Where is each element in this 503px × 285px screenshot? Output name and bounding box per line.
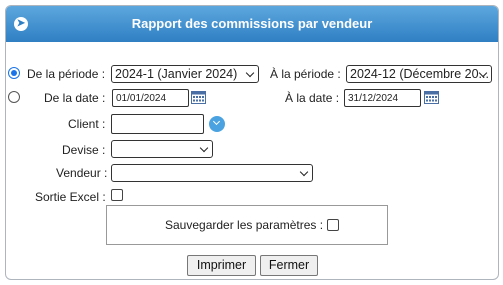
excel-label: Sortie Excel : xyxy=(35,190,106,204)
chevron-down-circle-icon[interactable] xyxy=(209,116,225,132)
title-bar: ➤ Rapport des commissions par vendeur xyxy=(6,6,498,42)
date-to-label: À la date : xyxy=(285,91,340,105)
save-params-label: Sauvegarder les paramètres : xyxy=(165,218,324,232)
period-from-select[interactable]: 2024-1 (Janvier 2024) xyxy=(111,65,259,83)
period-to-label: À la période : xyxy=(270,67,341,81)
save-params-group: Sauvegarder les paramètres : xyxy=(106,205,388,245)
client-input[interactable] xyxy=(111,114,204,134)
date-radio[interactable] xyxy=(8,91,20,103)
calendar-icon[interactable] xyxy=(191,90,206,104)
print-button[interactable]: Imprimer xyxy=(187,255,256,276)
period-radio[interactable] xyxy=(8,67,20,79)
vendeur-label: Vendeur : xyxy=(56,166,108,180)
page-title: Rapport des commissions par vendeur xyxy=(131,16,373,31)
date-from-input[interactable]: 01/01/2024 xyxy=(112,89,189,107)
close-button[interactable]: Fermer xyxy=(260,255,318,276)
date-to-input[interactable]: 31/12/2024 xyxy=(344,89,421,107)
vendeur-select[interactable] xyxy=(111,164,313,182)
devise-label: Devise : xyxy=(62,143,106,157)
client-label: Client : xyxy=(68,117,106,131)
calendar-icon[interactable] xyxy=(424,90,439,104)
date-from-label: De la date : xyxy=(44,91,106,105)
period-from-label: De la période : xyxy=(27,67,106,81)
period-to-select[interactable]: 2024-12 (Décembre 20... xyxy=(346,65,492,83)
excel-checkbox[interactable] xyxy=(111,189,123,201)
save-params-checkbox[interactable] xyxy=(327,219,339,231)
devise-select[interactable] xyxy=(111,140,213,158)
